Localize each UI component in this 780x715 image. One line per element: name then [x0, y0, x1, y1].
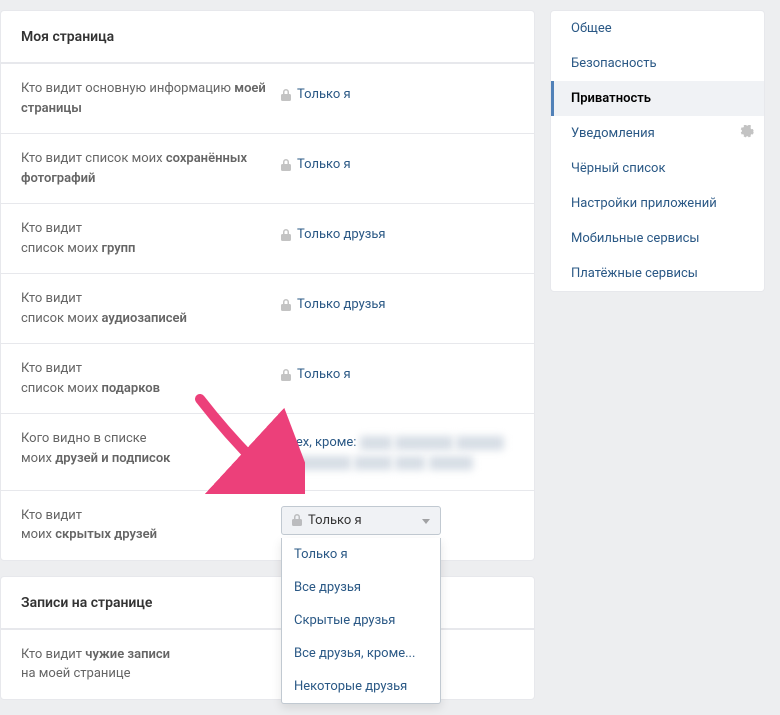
redacted-name — [395, 436, 453, 450]
sidebar-item-payment[interactable]: Платёжные сервисы — [551, 256, 764, 291]
sidebar-item-privacy[interactable]: Приватность — [551, 81, 764, 116]
dropdown-option[interactable]: Все друзья — [282, 571, 440, 604]
dropdown-selected: Только я — [308, 513, 362, 528]
dropdown-option[interactable]: Некоторые друзья — [282, 670, 440, 703]
privacy-row: Кто видит список моих аудиозаписей Тольк… — [1, 273, 534, 343]
dropdown-option[interactable]: Только я — [282, 538, 440, 571]
row-value-text: Только я — [297, 157, 351, 172]
sidebar-item-blacklist[interactable]: Чёрный список — [551, 151, 764, 186]
row-value[interactable]: Всех, кроме: — [281, 429, 514, 475]
my-page-panel: Моя страница Кто видит основную информац… — [0, 10, 535, 561]
redacted-name — [281, 456, 351, 470]
sidebar-item-security[interactable]: Безопасность — [551, 46, 764, 81]
settings-sidebar: Общее Безопасность Приватность Уведомлен… — [550, 10, 765, 292]
row-label: Кто видит список моих подарков — [21, 359, 281, 398]
privacy-row: Кто видит список моих подарков Только я — [1, 343, 534, 413]
lock-icon — [281, 299, 291, 311]
gear-icon[interactable] — [740, 125, 754, 143]
redacted-name — [360, 436, 392, 450]
privacy-row: Кто видит список моих сохранённых фотогр… — [1, 133, 534, 203]
row-label: Кто видит список моих групп — [21, 219, 281, 258]
row-label: Кто видит чужие записи на моей странице — [21, 645, 281, 684]
chevron-down-icon — [422, 513, 430, 528]
sidebar-item-notifications[interactable]: Уведомления — [551, 116, 764, 151]
sidebar-item-app-settings[interactable]: Настройки приложений — [551, 186, 764, 221]
row-value[interactable]: Только друзья — [281, 219, 514, 242]
sidebar-item-general[interactable]: Общее — [551, 11, 764, 46]
row-label: Кого видно в списке моих друзей и подпис… — [21, 429, 281, 468]
redacted-name — [354, 456, 392, 470]
lock-icon — [281, 369, 291, 381]
dropdown-menu: Только я Все друзья Скрытые друзья Все д… — [281, 538, 441, 704]
lock-icon — [281, 229, 291, 241]
section-title-posts: Записи на странице — [1, 577, 534, 628]
row-value-text: Только друзья — [297, 227, 386, 242]
dropdown-option[interactable]: Все друзья, кроме... — [282, 637, 440, 670]
privacy-row: Кого видно в списке моих друзей и подпис… — [1, 413, 534, 490]
dropdown-option[interactable]: Скрытые друзья — [282, 604, 440, 637]
row-value-text: Только я — [297, 87, 351, 102]
row-label: Кто видит список моих аудиозаписей — [21, 289, 281, 328]
redacted-name — [395, 456, 425, 470]
row-label: Кто видит список моих сохранённых фотогр… — [21, 149, 281, 188]
row-value-text: Только друзья — [297, 297, 386, 312]
lock-icon — [292, 514, 302, 526]
row-value[interactable]: Только я — [281, 359, 514, 382]
lock-icon — [281, 159, 291, 171]
row-value[interactable]: Только я — [281, 149, 514, 172]
row-label: Кто видит основную информацию моей стран… — [21, 79, 281, 118]
row-value-prefix: Всех, кроме: — [281, 435, 360, 450]
posts-panel: Записи на странице Кто видит чужие запис… — [0, 576, 535, 700]
row-label: Кто видит моих скрытых друзей — [21, 506, 281, 545]
row-value-text: Только я — [297, 367, 351, 382]
sidebar-item-mobile[interactable]: Мобильные сервисы — [551, 221, 764, 256]
privacy-row: Кто видит моих скрытых друзей Только я Т… — [1, 490, 534, 560]
privacy-row: Кто видит основную информацию моей стран… — [1, 63, 534, 133]
lock-icon — [281, 89, 291, 101]
row-value[interactable]: Только я — [281, 79, 514, 102]
privacy-dropdown[interactable]: Только я — [281, 506, 441, 535]
section-title-my-page: Моя страница — [1, 11, 534, 62]
row-value[interactable]: Только друзья — [281, 289, 514, 312]
redacted-name — [456, 436, 504, 450]
redacted-name — [429, 456, 473, 470]
privacy-row: Кто видит чужие записи на моей странице — [1, 629, 534, 699]
privacy-row: Кто видит список моих групп Только друзь… — [1, 203, 534, 273]
sidebar-item-label: Уведомления — [571, 126, 655, 141]
